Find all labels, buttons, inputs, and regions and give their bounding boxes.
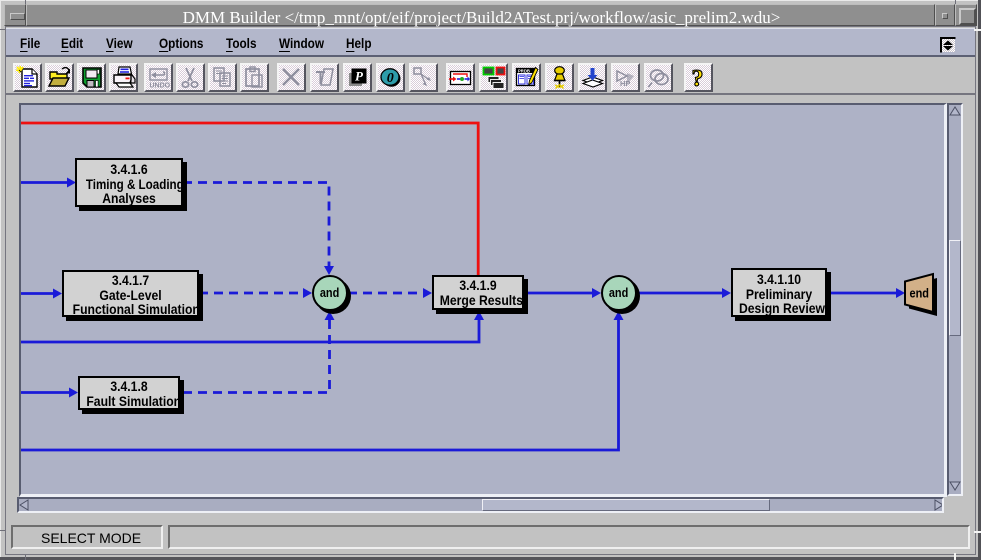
svg-text:HP: HP (620, 79, 630, 88)
svg-text:PRDB: PRDB (518, 68, 530, 73)
svg-text:0: 0 (387, 71, 394, 86)
svg-text:?: ? (692, 66, 704, 90)
svg-text:P: P (355, 69, 364, 84)
svg-text:end: end (910, 286, 930, 301)
svg-text:UNDO: UNDO (150, 83, 171, 90)
